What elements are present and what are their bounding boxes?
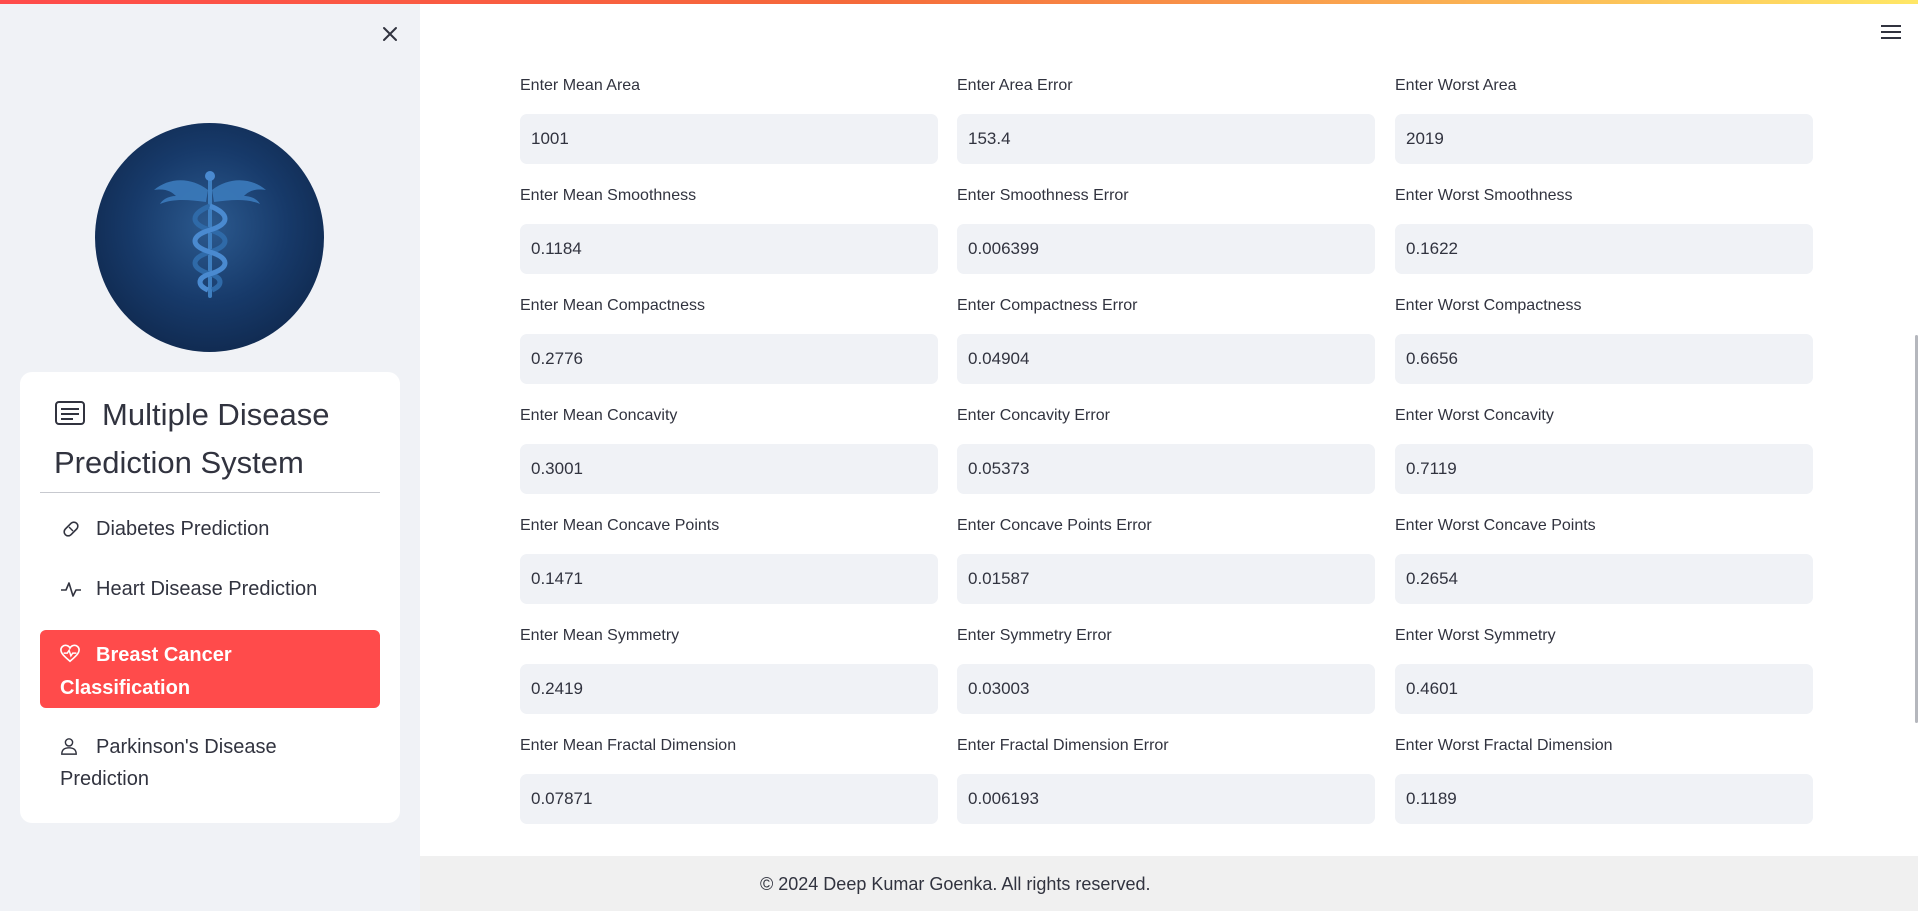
mean-fractal-dimension-input[interactable] bbox=[520, 774, 938, 824]
field-concavity-error: Enter Concavity Error bbox=[957, 405, 1375, 494]
menu-header: Multiple Disease Prediction System bbox=[54, 392, 374, 485]
worst-area-input[interactable] bbox=[1395, 114, 1813, 164]
fractal-dimension-error-input[interactable] bbox=[957, 774, 1375, 824]
menu-title-text: Multiple Disease Prediction System bbox=[54, 397, 330, 480]
field-label: Enter Mean Compactness bbox=[520, 297, 705, 314]
field-mean-concave-points: Enter Mean Concave Points bbox=[520, 515, 938, 604]
field-compactness-error: Enter Compactness Error bbox=[957, 295, 1375, 384]
close-icon bbox=[383, 27, 397, 41]
menu-item-label: Diabetes Prediction bbox=[96, 518, 270, 540]
hamburger-icon bbox=[1881, 25, 1901, 27]
field-label: Enter Worst Area bbox=[1395, 77, 1517, 94]
field-mean-area: Enter Mean Area bbox=[520, 75, 938, 164]
navigation-menu: Multiple Disease Prediction System Diabe… bbox=[20, 372, 400, 823]
field-mean-smoothness: Enter Mean Smoothness bbox=[520, 185, 938, 274]
worst-concavity-input[interactable] bbox=[1395, 444, 1813, 494]
concavity-error-input[interactable] bbox=[957, 444, 1375, 494]
mean-concavity-input[interactable] bbox=[520, 444, 938, 494]
field-area-error: Enter Area Error bbox=[957, 75, 1375, 164]
footer-copyright: © 2024 Deep Kumar Goenka. All rights res… bbox=[760, 874, 1151, 894]
field-smoothness-error: Enter Smoothness Error bbox=[957, 185, 1375, 274]
field-worst-symmetry: Enter Worst Symmetry bbox=[1395, 625, 1813, 714]
mean-compactness-input[interactable] bbox=[520, 334, 938, 384]
person-icon bbox=[60, 734, 82, 764]
field-label: Enter Worst Concavity bbox=[1395, 407, 1554, 424]
app-logo bbox=[95, 123, 324, 352]
area-error-input[interactable] bbox=[957, 114, 1375, 164]
field-label: Enter Worst Concave Points bbox=[1395, 517, 1596, 534]
field-label: Enter Compactness Error bbox=[957, 297, 1138, 314]
worst-compactness-input[interactable] bbox=[1395, 334, 1813, 384]
field-mean-concavity: Enter Mean Concavity bbox=[520, 405, 938, 494]
field-label: Enter Smoothness Error bbox=[957, 187, 1129, 204]
mean-area-input[interactable] bbox=[520, 114, 938, 164]
menu-item-label-wrapper: Parkinson's Disease Prediction bbox=[60, 732, 360, 794]
field-mean-compactness: Enter Mean Compactness bbox=[520, 295, 938, 384]
field-worst-concave-points: Enter Worst Concave Points bbox=[1395, 515, 1813, 604]
mean-concave-points-input[interactable] bbox=[520, 554, 938, 604]
menu-item-parkinsons-disease-prediction[interactable]: Parkinson's Disease Prediction bbox=[40, 722, 380, 804]
concave-points-error-input[interactable] bbox=[957, 554, 1375, 604]
footer: © 2024 Deep Kumar Goenka. All rights res… bbox=[420, 856, 1918, 911]
menu-item-label: Heart Disease Prediction bbox=[96, 578, 318, 600]
close-sidebar-button[interactable] bbox=[374, 18, 406, 50]
caduceus-icon bbox=[153, 170, 266, 298]
mean-smoothness-input[interactable] bbox=[520, 224, 938, 274]
field-label: Enter Concave Points Error bbox=[957, 517, 1152, 534]
field-label: Enter Worst Smoothness bbox=[1395, 187, 1573, 204]
field-label: Enter Mean Concavity bbox=[520, 407, 678, 424]
menu-item-label-wrapper: Breast Cancer Classification bbox=[60, 640, 360, 703]
main-menu-button[interactable] bbox=[1875, 18, 1907, 46]
field-symmetry-error: Enter Symmetry Error bbox=[957, 625, 1375, 714]
field-label: Enter Mean Concave Points bbox=[520, 517, 720, 534]
menu-item-label: Breast Cancer Classification bbox=[60, 644, 232, 699]
worst-smoothness-input[interactable] bbox=[1395, 224, 1813, 274]
field-concave-points-error: Enter Concave Points Error bbox=[957, 515, 1375, 604]
field-label: Enter Worst Symmetry bbox=[1395, 627, 1556, 644]
smoothness-error-input[interactable] bbox=[957, 224, 1375, 274]
hamburger-icon-line bbox=[1881, 31, 1901, 33]
top-decoration-bar bbox=[0, 0, 1918, 4]
field-mean-symmetry: Enter Mean Symmetry bbox=[520, 625, 938, 714]
menu-item-breast-cancer-classification[interactable]: Breast Cancer Classification bbox=[40, 630, 380, 708]
field-label: Enter Concavity Error bbox=[957, 407, 1110, 424]
field-label: Enter Worst Compactness bbox=[1395, 297, 1582, 314]
hamburger-icon-line bbox=[1881, 37, 1901, 39]
main-content: Enter Mean Area Enter Area Error Enter Wor… bbox=[420, 0, 1918, 911]
symmetry-error-input[interactable] bbox=[957, 664, 1375, 714]
field-worst-concavity: Enter Worst Concavity bbox=[1395, 405, 1813, 494]
field-label: Enter Worst Fractal Dimension bbox=[1395, 737, 1613, 754]
field-label: Enter Mean Smoothness bbox=[520, 187, 697, 204]
menu-divider bbox=[40, 492, 380, 493]
worst-symmetry-input[interactable] bbox=[1395, 664, 1813, 714]
field-worst-area: Enter Worst Area bbox=[1395, 75, 1813, 164]
menu-item-heart-disease-prediction[interactable]: Heart Disease Prediction bbox=[40, 564, 380, 614]
menu-item-diabetes-prediction[interactable]: Diabetes Prediction bbox=[40, 504, 380, 554]
field-mean-fractal-dimension: Enter Mean Fractal Dimension bbox=[520, 735, 938, 824]
field-label: Enter Fractal Dimension Error bbox=[957, 737, 1169, 754]
menu-title: Multiple Disease Prediction System bbox=[54, 392, 374, 485]
field-label: Enter Area Error bbox=[957, 77, 1073, 94]
field-label: Enter Mean Symmetry bbox=[520, 627, 680, 644]
heart-pulse-icon bbox=[60, 643, 82, 673]
field-worst-compactness: Enter Worst Compactness bbox=[1395, 295, 1813, 384]
field-label: Enter Mean Fractal Dimension bbox=[520, 737, 737, 754]
field-label: Enter Mean Area bbox=[520, 77, 641, 94]
compactness-error-input[interactable] bbox=[957, 334, 1375, 384]
activity-icon bbox=[60, 574, 82, 604]
worst-concave-points-input[interactable] bbox=[1395, 554, 1813, 604]
worst-fractal-dimension-input[interactable] bbox=[1395, 774, 1813, 824]
sidebar: Multiple Disease Prediction System Diabe… bbox=[0, 0, 420, 911]
field-worst-smoothness: Enter Worst Smoothness bbox=[1395, 185, 1813, 274]
mean-symmetry-input[interactable] bbox=[520, 664, 938, 714]
field-label: Enter Symmetry Error bbox=[957, 627, 1112, 644]
menu-item-label: Parkinson's Disease Prediction bbox=[60, 736, 277, 790]
field-fractal-dimension-error: Enter Fractal Dimension Error bbox=[957, 735, 1375, 824]
field-worst-fractal-dimension: Enter Worst Fractal Dimension bbox=[1395, 735, 1813, 824]
bandage-icon bbox=[60, 514, 82, 544]
article-icon bbox=[54, 395, 86, 440]
